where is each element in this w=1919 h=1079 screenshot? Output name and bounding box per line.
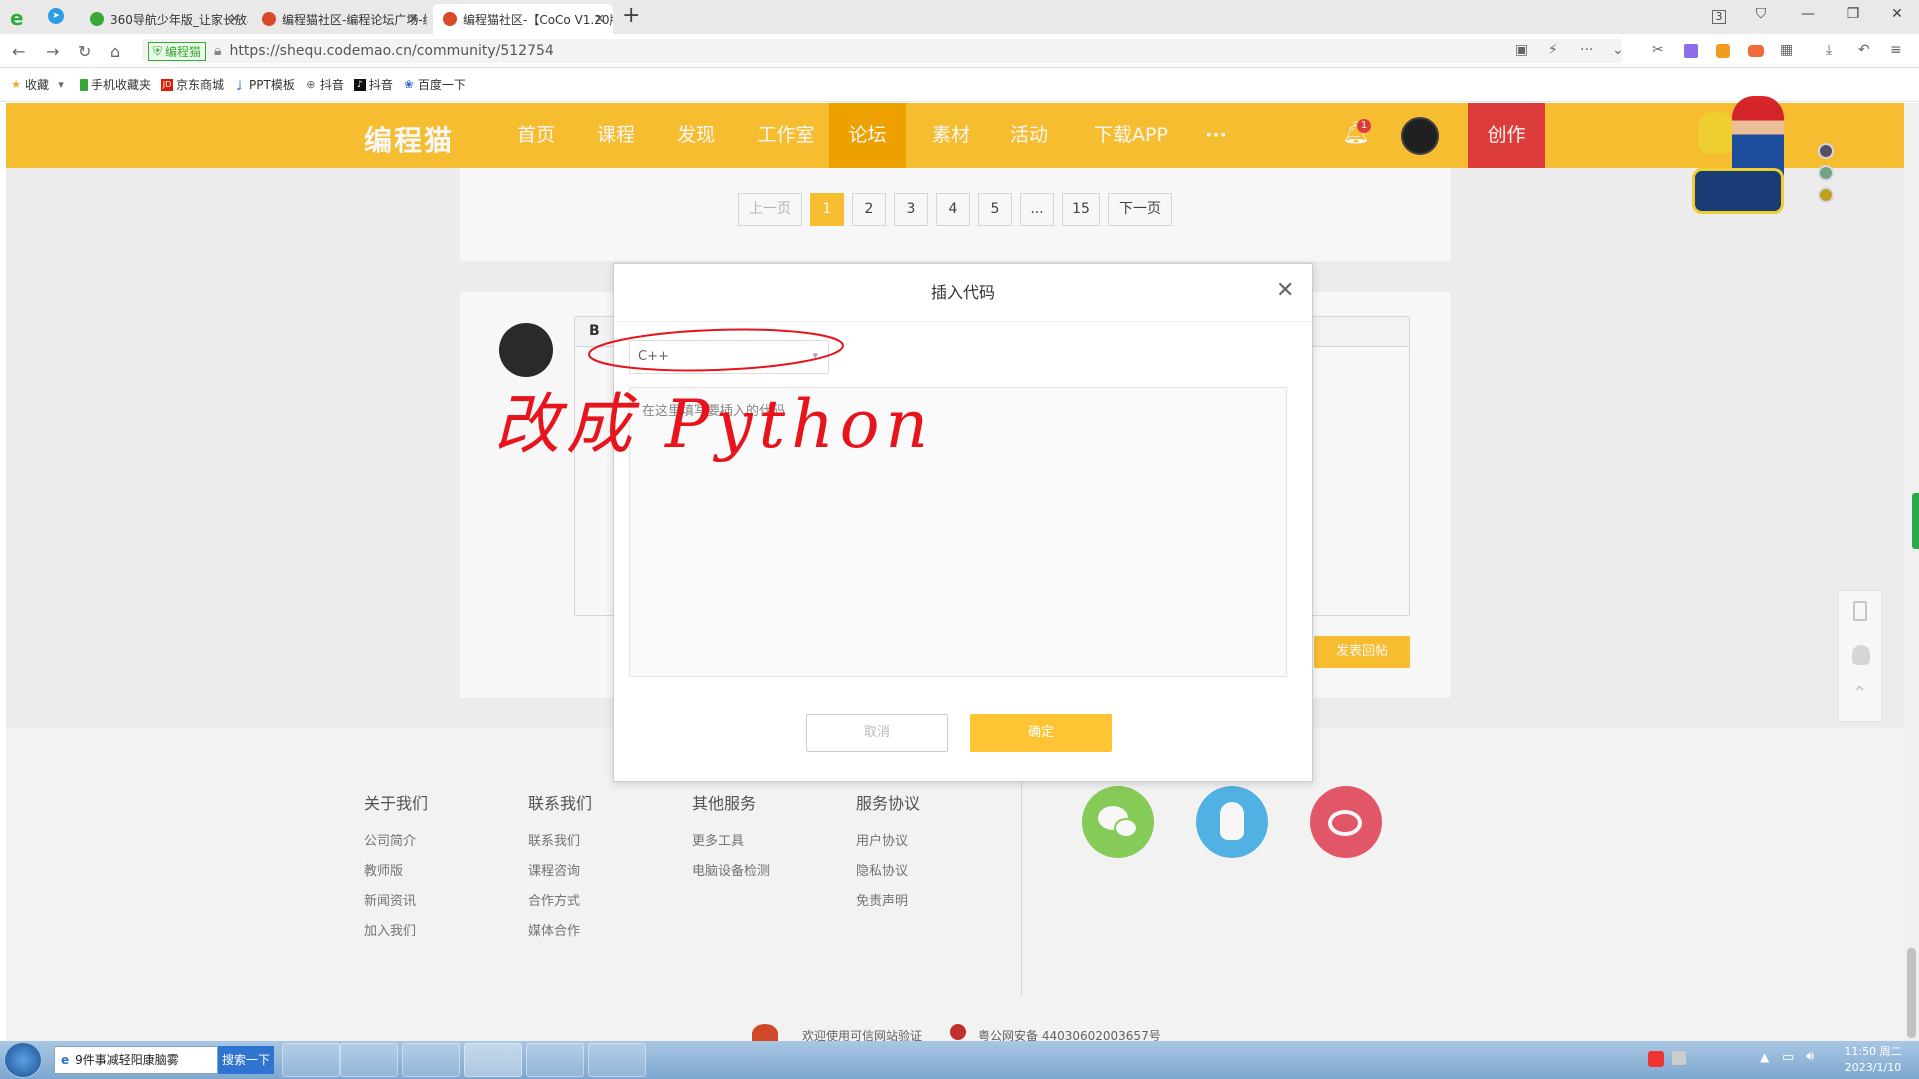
browser-logo-icon[interactable]: e (10, 6, 24, 30)
globe-icon: ⊕ (306, 77, 316, 91)
bookmark-ppt[interactable]: ʝ PPT模板 (234, 76, 295, 93)
tab-title: 编程猫社区-【CoCo V1.20版 (463, 12, 613, 27)
back-icon[interactable]: ← (12, 42, 25, 61)
browser-tab-bar: e ➤ 360导航少年版_让家长放心， ✕ 编程猫社区-编程论坛广场-编 ✕ 编… (0, 0, 1919, 34)
network-icon[interactable]: ▭ (1782, 1050, 1794, 1065)
bookmark-label: 收藏 (25, 78, 50, 92)
tab-title: 编程猫社区-编程论坛广场-编 (282, 12, 427, 27)
extension-shield-icon[interactable] (1716, 44, 1730, 58)
more-icon[interactable]: ··· (1580, 42, 1593, 58)
dialog-header: 插入代码 (614, 264, 1312, 322)
youku-app-icon[interactable] (282, 1043, 340, 1077)
url-text: https://shequ.codemao.cn/community/51275… (229, 43, 554, 59)
clock-time: 11:50 周二 (1844, 1045, 1902, 1058)
url-field[interactable]: ⛨ 编程猫 🔒︎ https://shequ.codemao.cn/communi… (142, 39, 1622, 63)
bookmark-label: PPT模板 (249, 78, 295, 92)
bookmark-douyin-1[interactable]: ⊕ 抖音 (305, 76, 344, 93)
lock-icon: 🔒︎ (214, 43, 222, 59)
bookmarks-bar: ★ 收藏 ▾ 手机收藏夹 JD 京东商城 ʝ PPT模板 ⊕ 抖音 ♪ 抖音 ❀ 百度一下 (0, 68, 1919, 102)
apps-grid-icon[interactable]: ▦ (1780, 42, 1793, 58)
close-tab-icon[interactable]: ✕ (594, 12, 605, 27)
volume-icon[interactable]: 🔊︎ (1806, 1049, 1814, 1064)
star-icon: ★ (11, 77, 21, 91)
minimize-button[interactable]: — (1797, 6, 1819, 22)
telegram-icon[interactable]: ➤ (48, 8, 64, 24)
address-bar-row: ← → ↻ ⌂ ⛨ 编程猫 🔒︎ https://shequ.codemao.cn… (0, 34, 1919, 68)
bookmark-douyin-2[interactable]: ♪ 抖音 (353, 76, 393, 93)
bookmark-label: 抖音 (368, 78, 393, 92)
lightning-icon[interactable]: ⚡︎ (1548, 42, 1558, 58)
chevron-down-icon: ▾ (58, 77, 64, 91)
forward-icon[interactable]: → (46, 42, 59, 61)
scissors-icon[interactable]: ✂ (1652, 42, 1664, 58)
taskbar-search-box[interactable]: e 9件事减轻阳康脑雾 (54, 1046, 218, 1074)
close-tab-icon[interactable]: ✕ (408, 12, 419, 27)
annotation-circle (588, 328, 844, 372)
menu-icon[interactable]: ≡ (1890, 42, 1902, 58)
taskbar-search-value: 9件事减轻阳康脑雾 (75, 1053, 179, 1067)
bookmark-jd[interactable]: JD 京东商城 (161, 76, 224, 93)
notepad-app-icon[interactable] (402, 1043, 460, 1077)
verified-site-name: 编程猫 (165, 44, 202, 59)
close-icon[interactable]: ✕ (1276, 278, 1294, 303)
tiktok-icon: ♪ (353, 78, 366, 91)
ime-icon[interactable] (1648, 1051, 1664, 1067)
tab-favicon-icon (443, 12, 457, 26)
skin-icon[interactable]: ⛉ (1750, 6, 1772, 22)
shield-icon: ⛨ (153, 43, 163, 58)
bookmark-label: 手机收藏夹 (91, 78, 152, 92)
scrollbar-thumb[interactable] (1907, 948, 1916, 1038)
clock-date: 2023/1/10 (1844, 1061, 1902, 1074)
close-window-button[interactable]: ✕ (1886, 6, 1908, 22)
undo-icon[interactable]: ↶ (1858, 42, 1870, 58)
bookmark-favorites[interactable]: ★ 收藏 ▾ (10, 76, 70, 93)
windows-taskbar: e 9件事减轻阳康脑雾 搜索一下 ▲ ▭ 🔊︎ 11:50 周二 2023/1/… (0, 1041, 1919, 1079)
annotation-text: 改成 Python (494, 386, 934, 463)
tab-favicon-icon (90, 12, 104, 26)
globe-app-icon[interactable] (526, 1043, 584, 1077)
browser-tab-3-active[interactable]: 编程猫社区-【CoCo V1.20版 ✕ (433, 4, 613, 34)
tab-favicon-icon (262, 12, 276, 26)
bookmark-baidu[interactable]: ❀ 百度一下 (403, 76, 466, 93)
bookmark-label: 京东商城 (176, 78, 225, 92)
paw-icon: ❀ (404, 77, 414, 91)
tab-count-badge[interactable]: 3 (1712, 10, 1726, 24)
chat-app-icon[interactable] (588, 1043, 646, 1077)
bookmark-mobile[interactable]: 手机收藏夹 (80, 76, 151, 93)
start-button[interactable] (4, 1042, 42, 1078)
file-explorer-icon[interactable] (340, 1043, 398, 1077)
ppt-icon: ʝ (238, 77, 242, 91)
confirm-button[interactable]: 确定 (970, 714, 1112, 752)
download-icon[interactable]: ⤓ (1826, 42, 1832, 58)
verified-site-badge: ⛨ 编程猫 (148, 41, 207, 61)
close-tab-icon[interactable]: ✕ (229, 12, 240, 27)
side-plugin-tab[interactable] (1912, 493, 1919, 549)
dialog-title: 插入代码 (930, 283, 995, 302)
new-tab-button[interactable]: + (622, 3, 640, 28)
tray-icon[interactable] (1672, 1051, 1686, 1065)
browser-app-icon[interactable] (464, 1043, 522, 1077)
home-icon[interactable]: ⌂ (110, 42, 120, 61)
ie-icon: e (61, 1053, 70, 1067)
browser-tab-2[interactable]: 编程猫社区-编程论坛广场-编 ✕ (252, 4, 427, 34)
browser-tab-1[interactable]: 360导航少年版_让家长放心， ✕ (80, 4, 248, 34)
tray-chevron-icon[interactable]: ▲ (1760, 1050, 1769, 1064)
phone-icon (80, 78, 89, 91)
taskbar-clock[interactable]: 11:50 周二 2023/1/10 (1830, 1044, 1916, 1076)
screenshot-icon[interactable]: ▣ (1515, 42, 1528, 58)
page-scrollbar[interactable] (1904, 103, 1919, 1041)
tab-title: 360导航少年版_让家长放心， (110, 12, 248, 27)
handwritten-annotation: 改成 Python (494, 328, 934, 463)
jd-icon: JD (161, 78, 174, 91)
reload-icon[interactable]: ↻ (78, 42, 91, 61)
cancel-button[interactable]: 取消 (806, 714, 948, 752)
taskbar-search-button[interactable]: 搜索一下 (218, 1046, 274, 1074)
game-icon[interactable] (1748, 45, 1764, 57)
bookmark-label: 百度一下 (417, 78, 466, 92)
restore-button[interactable]: ❐ (1842, 6, 1864, 22)
extension-purple-icon[interactable] (1684, 44, 1698, 58)
chevron-down-icon[interactable]: ⌄ (1612, 42, 1624, 58)
bookmark-label: 抖音 (319, 78, 344, 92)
